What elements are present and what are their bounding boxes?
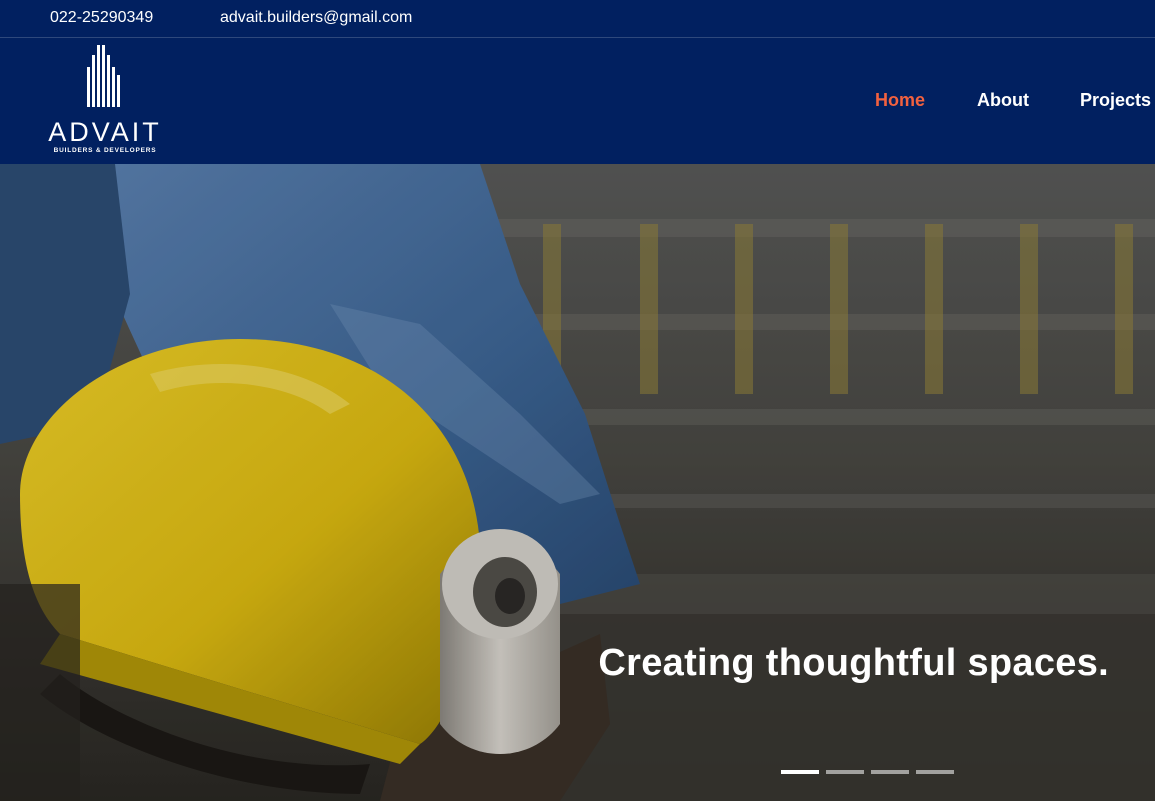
building-logo-icon [87,45,120,107]
nav-item-home[interactable]: Home [875,90,925,111]
hero-caption: Creating thoughtful spaces. [598,642,1109,684]
nav-item-about[interactable]: About [977,90,1029,111]
logo[interactable]: ADVAIT BUILDERS & DEVELOPERS [40,45,170,157]
slide-dot-3[interactable] [871,770,909,774]
slide-dot-4[interactable] [916,770,954,774]
slide-dot-2[interactable] [826,770,864,774]
nav-item-projects[interactable]: Projects [1080,90,1151,111]
top-contact-bar: 022-25290349 advait.builders@gmail.com [0,0,1155,38]
hero-dark-overlay [0,164,1155,801]
phone-number[interactable]: 022-25290349 [50,9,153,27]
hero-slider: Creating thoughtful spaces. [0,164,1155,801]
logo-tagline: BUILDERS & DEVELOPERS [53,147,157,154]
email-address[interactable]: advait.builders@gmail.com [220,9,412,27]
logo-brand-text: ADVAIT [48,117,162,147]
site-header: ADVAIT BUILDERS & DEVELOPERS Home About … [0,38,1155,164]
slide-dot-1[interactable] [781,770,819,774]
